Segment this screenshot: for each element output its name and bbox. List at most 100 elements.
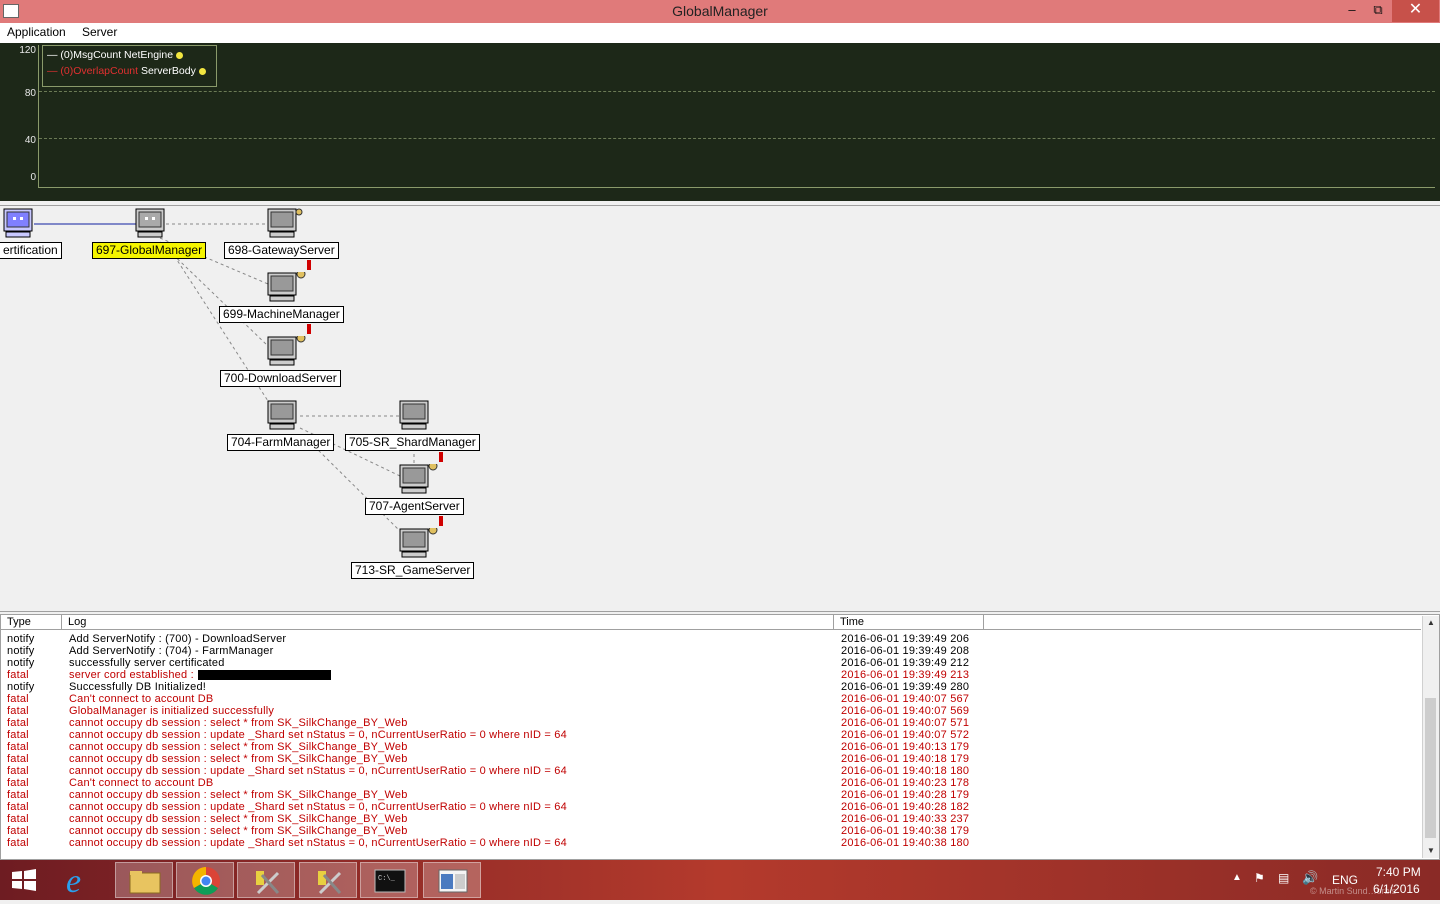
taskbar: e C:\_ ▲ ⚑ ▤ 🔊 ENG 7:40 PM 6/1/2016 © Ma… [0, 860, 1440, 900]
log-row[interactable]: fatal Can't connect to account DB 2016-06-… [1, 693, 1421, 705]
scroll-down-icon[interactable]: ▼ [1423, 844, 1439, 858]
scroll-up-icon[interactable]: ▲ [1423, 616, 1439, 630]
minimize-button[interactable]: – [1337, 0, 1367, 22]
y-tick: 80 [24, 88, 36, 99]
gridline [39, 138, 1435, 139]
chrome-icon[interactable] [176, 862, 234, 898]
log-row[interactable]: fatal GlobalManager is initialized succes… [1, 705, 1421, 717]
tools-icon[interactable] [237, 862, 295, 898]
server-icon[interactable] [267, 208, 303, 238]
log-message: cannot occupy db session : update _Shard… [69, 837, 567, 849]
server-icon[interactable] [399, 525, 438, 558]
file-explorer-icon[interactable] [115, 862, 173, 898]
log-type: fatal [7, 813, 29, 825]
cmd-icon[interactable]: C:\_ [360, 862, 418, 898]
column-header-filler [984, 615, 1421, 630]
log-message: cannot occupy db session : update _Shard… [69, 729, 567, 741]
server-icon[interactable] [3, 208, 33, 238]
node-label-agentserver[interactable]: 707-AgentServer [365, 498, 464, 515]
log-row[interactable]: notify successfully server certificated 20… [1, 657, 1421, 669]
alert-icon [439, 516, 443, 526]
log-message-text: cannot occupy db session : select * from… [69, 753, 408, 765]
log-time: 2016-06-01 19:40:28 179 [841, 789, 970, 801]
legend-source-label: ServerBody [140, 65, 196, 77]
log-message-text: cannot occupy db session : select * from… [69, 789, 408, 801]
alert-icon [439, 452, 443, 462]
log-message: cannot occupy db session : select * from… [69, 789, 408, 801]
scroll-thumb[interactable] [1425, 698, 1436, 838]
log-message: Add ServerNotify : (704) - FarmManager [69, 645, 273, 657]
log-row[interactable]: fatal cannot occupy db session : select *… [1, 789, 1421, 801]
monitor-graph: 120 80 40 0 — (0)MsgCount NetEngine — (0… [0, 43, 1440, 201]
log-row[interactable]: fatal cannot occupy db session : update _… [1, 729, 1421, 741]
alert-icon [307, 324, 311, 334]
log-row[interactable]: notify Add ServerNotify : (700) - Downloa… [1, 633, 1421, 645]
node-label-downloadserver[interactable]: 700-DownloadServer [220, 370, 341, 387]
log-row[interactable]: fatal cannot occupy db session : select *… [1, 717, 1421, 729]
log-message-text: Can't connect to account DB [69, 693, 214, 705]
log-message-text: Add ServerNotify : (700) - DownloadServe… [69, 633, 287, 645]
log-row[interactable]: notify Successfully DB Initialized! 2016-0… [1, 681, 1421, 693]
log-row[interactable]: fatal Can't connect to account DB 2016-06-… [1, 777, 1421, 789]
show-hidden-icons-icon[interactable]: ▲ [1232, 872, 1242, 883]
log-message: Can't connect to account DB [69, 777, 213, 789]
node-label-gatewayserver[interactable]: 698-GatewayServer [224, 242, 339, 259]
log-time: 2016-06-01 19:40:07 571 [841, 717, 970, 729]
node-label-farmmanager[interactable]: 704-FarmManager [227, 434, 335, 451]
node-label-gameserver[interactable]: 713-SR_GameServer [351, 562, 475, 579]
legend-entry: — (0)MsgCount NetEngine [47, 49, 184, 61]
input-language[interactable]: ENG [1332, 873, 1358, 887]
app-window-icon[interactable] [423, 862, 481, 898]
server-icon[interactable] [267, 262, 311, 302]
log-time: 2016-06-01 19:40:38 180 [841, 837, 970, 849]
volume-icon[interactable]: 🔊 [1302, 870, 1318, 886]
restore-button[interactable]: ⧉ [1364, 0, 1392, 22]
node-label-shardmanager[interactable]: 705-SR_ShardManager [345, 434, 480, 451]
log-time: 2016-06-01 19:40:07 567 [841, 693, 970, 705]
log-row[interactable]: fatal cannot occupy db session : update _… [1, 837, 1421, 849]
tools-icon[interactable] [299, 862, 357, 898]
clock-time[interactable]: 7:40 PM [1376, 865, 1421, 879]
network-icon[interactable]: ▤ [1278, 871, 1289, 885]
start-button[interactable] [0, 862, 58, 898]
menu-application[interactable]: Application [7, 25, 66, 39]
internet-explorer-icon[interactable]: e [54, 862, 112, 900]
log-list[interactable]: Type Log Time notify Add ServerNotify : (… [0, 614, 1440, 860]
log-type: fatal [7, 717, 29, 729]
menu-server[interactable]: Server [82, 25, 117, 39]
node-label-certification[interactable]: ertification [0, 242, 62, 259]
server-topology: ertification 697-GlobalManager 698-Gatew… [0, 205, 1440, 612]
log-type: fatal [7, 801, 29, 813]
log-row[interactable]: fatal cannot occupy db session : select *… [1, 813, 1421, 825]
legend-series-label: — (0)MsgCount [47, 49, 122, 61]
log-row[interactable]: fatal cannot occupy db session : update _… [1, 765, 1421, 777]
node-label-machinemanager[interactable]: 699-MachineManager [219, 306, 344, 323]
watermark: © Martin Sund…orbis [1310, 886, 1397, 896]
server-icon[interactable] [267, 400, 297, 430]
server-icon[interactable] [399, 400, 429, 430]
log-row[interactable]: fatal cannot occupy db session : update _… [1, 801, 1421, 813]
log-row[interactable]: fatal server cord established : 2016-06-01… [1, 669, 1421, 681]
server-icon[interactable] [267, 333, 306, 366]
log-row[interactable]: fatal cannot occupy db session : select *… [1, 753, 1421, 765]
log-time: 2016-06-01 19:39:49 212 [841, 657, 970, 669]
action-center-flag-icon[interactable]: ⚑ [1254, 871, 1265, 885]
log-time: 2016-06-01 19:40:18 179 [841, 753, 970, 765]
close-button[interactable]: ✕ [1392, 0, 1439, 22]
column-header-log[interactable]: Log [62, 615, 834, 630]
node-label-globalmanager[interactable]: 697-GlobalManager [92, 242, 207, 259]
server-icon[interactable] [135, 208, 165, 238]
log-message-text: cannot occupy db session : select * from… [69, 717, 408, 729]
log-type: notify [7, 633, 35, 645]
log-time: 2016-06-01 19:39:49 213 [841, 669, 970, 681]
column-header-type[interactable]: Type [1, 615, 62, 630]
log-message-text: cannot occupy db session : select * from… [69, 813, 408, 825]
column-header-time[interactable]: Time [834, 615, 984, 630]
server-icon[interactable] [399, 461, 438, 494]
log-row[interactable]: notify Add ServerNotify : (704) - FarmMan… [1, 645, 1421, 657]
log-scrollbar[interactable]: ▲ ▼ [1422, 616, 1439, 858]
log-row[interactable]: fatal cannot occupy db session : select *… [1, 741, 1421, 753]
log-message: cannot occupy db session : select * from… [69, 813, 408, 825]
log-row[interactable]: fatal cannot occupy db session : select *… [1, 825, 1421, 837]
log-message: cannot occupy db session : update _Shard… [69, 801, 567, 813]
